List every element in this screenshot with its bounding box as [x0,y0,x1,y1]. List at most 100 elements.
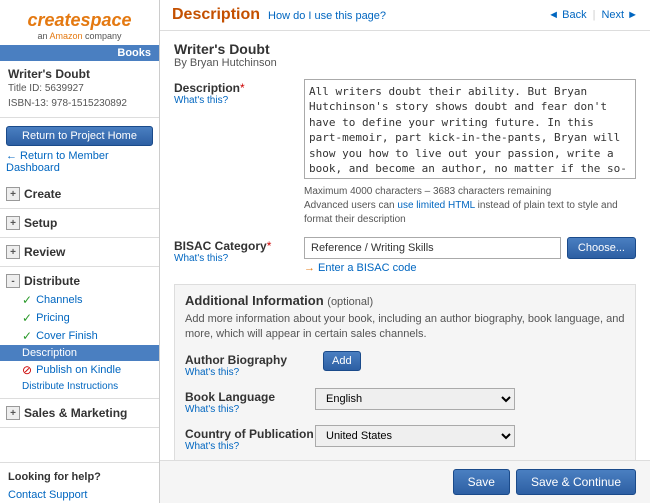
description-whats-this[interactable]: What's this? [174,95,304,106]
nav-channels[interactable]: ✓ Channels [0,291,159,309]
distribute-header[interactable]: - Distribute [0,271,159,291]
logo-area: createspace an Amazon company [0,0,159,45]
enter-bisac-link[interactable]: → Enter a BISAC code [304,262,636,274]
description-label-text: Description [174,81,240,95]
nav-distribute-section: - Distribute ✓ Channels ✓ Pricing ✓ Cove… [0,267,159,399]
save-continue-btn[interactable]: Save & Continue [516,469,636,495]
description-required: * [240,81,245,95]
main-content: Description How do I use this page? ◄ Ba… [160,0,650,503]
bisac-input-row: Choose... [304,237,636,259]
author-bio-row: Author Biography What's this? Add [185,351,625,378]
next-link[interactable]: Next ► [601,9,638,21]
bisac-choose-btn[interactable]: Choose... [567,237,636,259]
nav-setup-section: + Setup [0,209,159,238]
nav-review-header[interactable]: + Review [0,242,159,262]
description-label: Description* What's this? [174,79,304,106]
nav-separator: | [593,9,596,21]
return-project-btn[interactable]: Return to Project Home [6,126,153,146]
bisac-whats-this[interactable]: What's this? [174,253,304,264]
distribute-icon: - [6,274,20,288]
cover-finish-link[interactable]: Cover Finish [36,330,98,342]
nav-create-section: + Create [0,180,159,209]
desc-html-link[interactable]: use limited HTML [397,200,474,211]
bisac-label-text: BISAC Category [174,239,267,253]
nav-sales-header[interactable]: + Sales & Marketing [0,403,159,423]
channels-link[interactable]: Channels [36,294,82,306]
description-textarea[interactable]: All writers doubt their ability. But Bry… [304,79,636,179]
nav-review-section: + Review [0,238,159,267]
nav-create-header[interactable]: + Create [0,184,159,204]
page-title: Description [172,6,260,24]
pricing-link[interactable]: Pricing [36,312,70,324]
book-author: By Bryan Hutchinson [174,57,636,69]
nav-sales-label: Sales & Marketing [24,406,127,420]
additional-info-title-text: Additional Information [185,293,324,308]
nav-setup-header[interactable]: + Setup [0,213,159,233]
nav-create-label: Create [24,187,61,201]
pricing-check-icon: ✓ [22,311,32,325]
nav-publish-kindle[interactable]: ⊘ Publish on Kindle [0,361,159,379]
book-info: Writer's Doubt Title ID: 5639927 ISBN-13… [0,61,159,118]
author-bio-control: Add [315,351,625,371]
additional-info-optional: (optional) [327,296,373,308]
bisac-control: Choose... → Enter a BISAC code [304,237,636,274]
author-bio-whats-this[interactable]: What's this? [185,367,315,378]
channels-check-icon: ✓ [22,293,32,307]
looking-help: Looking for help? [0,462,159,487]
additional-info-section: Additional Information (optional) Add mo… [174,284,636,460]
bisac-input[interactable] [304,237,561,259]
publish-kindle-link[interactable]: Publish on Kindle [36,364,121,376]
nav-cover-finish[interactable]: ✓ Cover Finish [0,327,159,345]
description-control: All writers doubt their ability. But Bry… [304,79,636,227]
sidebar-title-id: Title ID: 5639927 [8,81,151,96]
description-row: Description* What's this? All writers do… [174,79,636,227]
author-bio-label-text: Author Biography [185,353,287,367]
form-footer: Save Save & Continue [160,460,650,503]
country-whats-this[interactable]: What's this? [185,441,315,452]
description-link[interactable]: Description [22,347,77,359]
how-to-use-link[interactable]: How do I use this page? [268,10,386,22]
return-member-link[interactable]: ← Return to Member Dashboard [6,150,153,174]
description-hint: Maximum 4000 characters – 3683 character… [304,185,636,227]
distribute-label: Distribute [24,274,80,288]
kindle-error-icon: ⊘ [22,363,32,377]
save-btn[interactable]: Save [453,469,510,495]
main-header: Description How do I use this page? ◄ Ba… [160,0,650,31]
desc-hint-max: Maximum 4000 characters – 3683 character… [304,186,551,197]
page-title-area: Description How do I use this page? [172,6,386,24]
nav-description[interactable]: Description [0,345,159,361]
author-bio-add-btn[interactable]: Add [323,351,361,371]
book-language-whats-this[interactable]: What's this? [185,404,315,415]
country-control: United States United Kingdom Canada Aust… [315,425,625,447]
sidebar: createspace an Amazon company Books Writ… [0,0,160,503]
country-select[interactable]: United States United Kingdom Canada Aust… [315,425,515,447]
nav-pricing[interactable]: ✓ Pricing [0,309,159,327]
contact-support-link[interactable]: Contact Support [0,487,159,503]
create-icon: + [6,187,20,201]
additional-info-desc: Add more information about your book, in… [185,312,625,343]
books-tab[interactable]: Books [0,45,159,61]
nav-arrows: ◄ Back | Next ► [548,9,638,21]
bisac-label: BISAC Category* What's this? [174,237,304,264]
book-language-select[interactable]: English Spanish French German Other [315,388,515,410]
bisac-arrow-icon: → [304,262,315,274]
setup-icon: + [6,216,20,230]
logo-sub-text: an Amazon company [37,31,121,41]
bisac-required: * [267,239,272,253]
logo: createspace [8,10,151,31]
author-bio-label: Author Biography What's this? [185,351,315,378]
review-icon: + [6,245,20,259]
nav-sales-section: + Sales & Marketing [0,399,159,428]
back-link[interactable]: ◄ Back [548,9,586,21]
book-name: Writer's Doubt [174,41,636,57]
enter-bisac-text: Enter a BISAC code [318,262,416,274]
book-language-control: English Spanish French German Other [315,388,625,410]
bisac-row: BISAC Category* What's this? Choose... →… [174,237,636,274]
country-label: Country of Publication What's this? [185,425,315,452]
distribute-instructions-link[interactable]: Distribute Instructions [0,379,159,394]
book-language-label: Book Language What's this? [185,388,315,415]
book-language-label-text: Book Language [185,390,275,404]
sidebar-book-title: Writer's Doubt [8,67,151,81]
cover-finish-check-icon: ✓ [22,329,32,343]
sales-icon: + [6,406,20,420]
